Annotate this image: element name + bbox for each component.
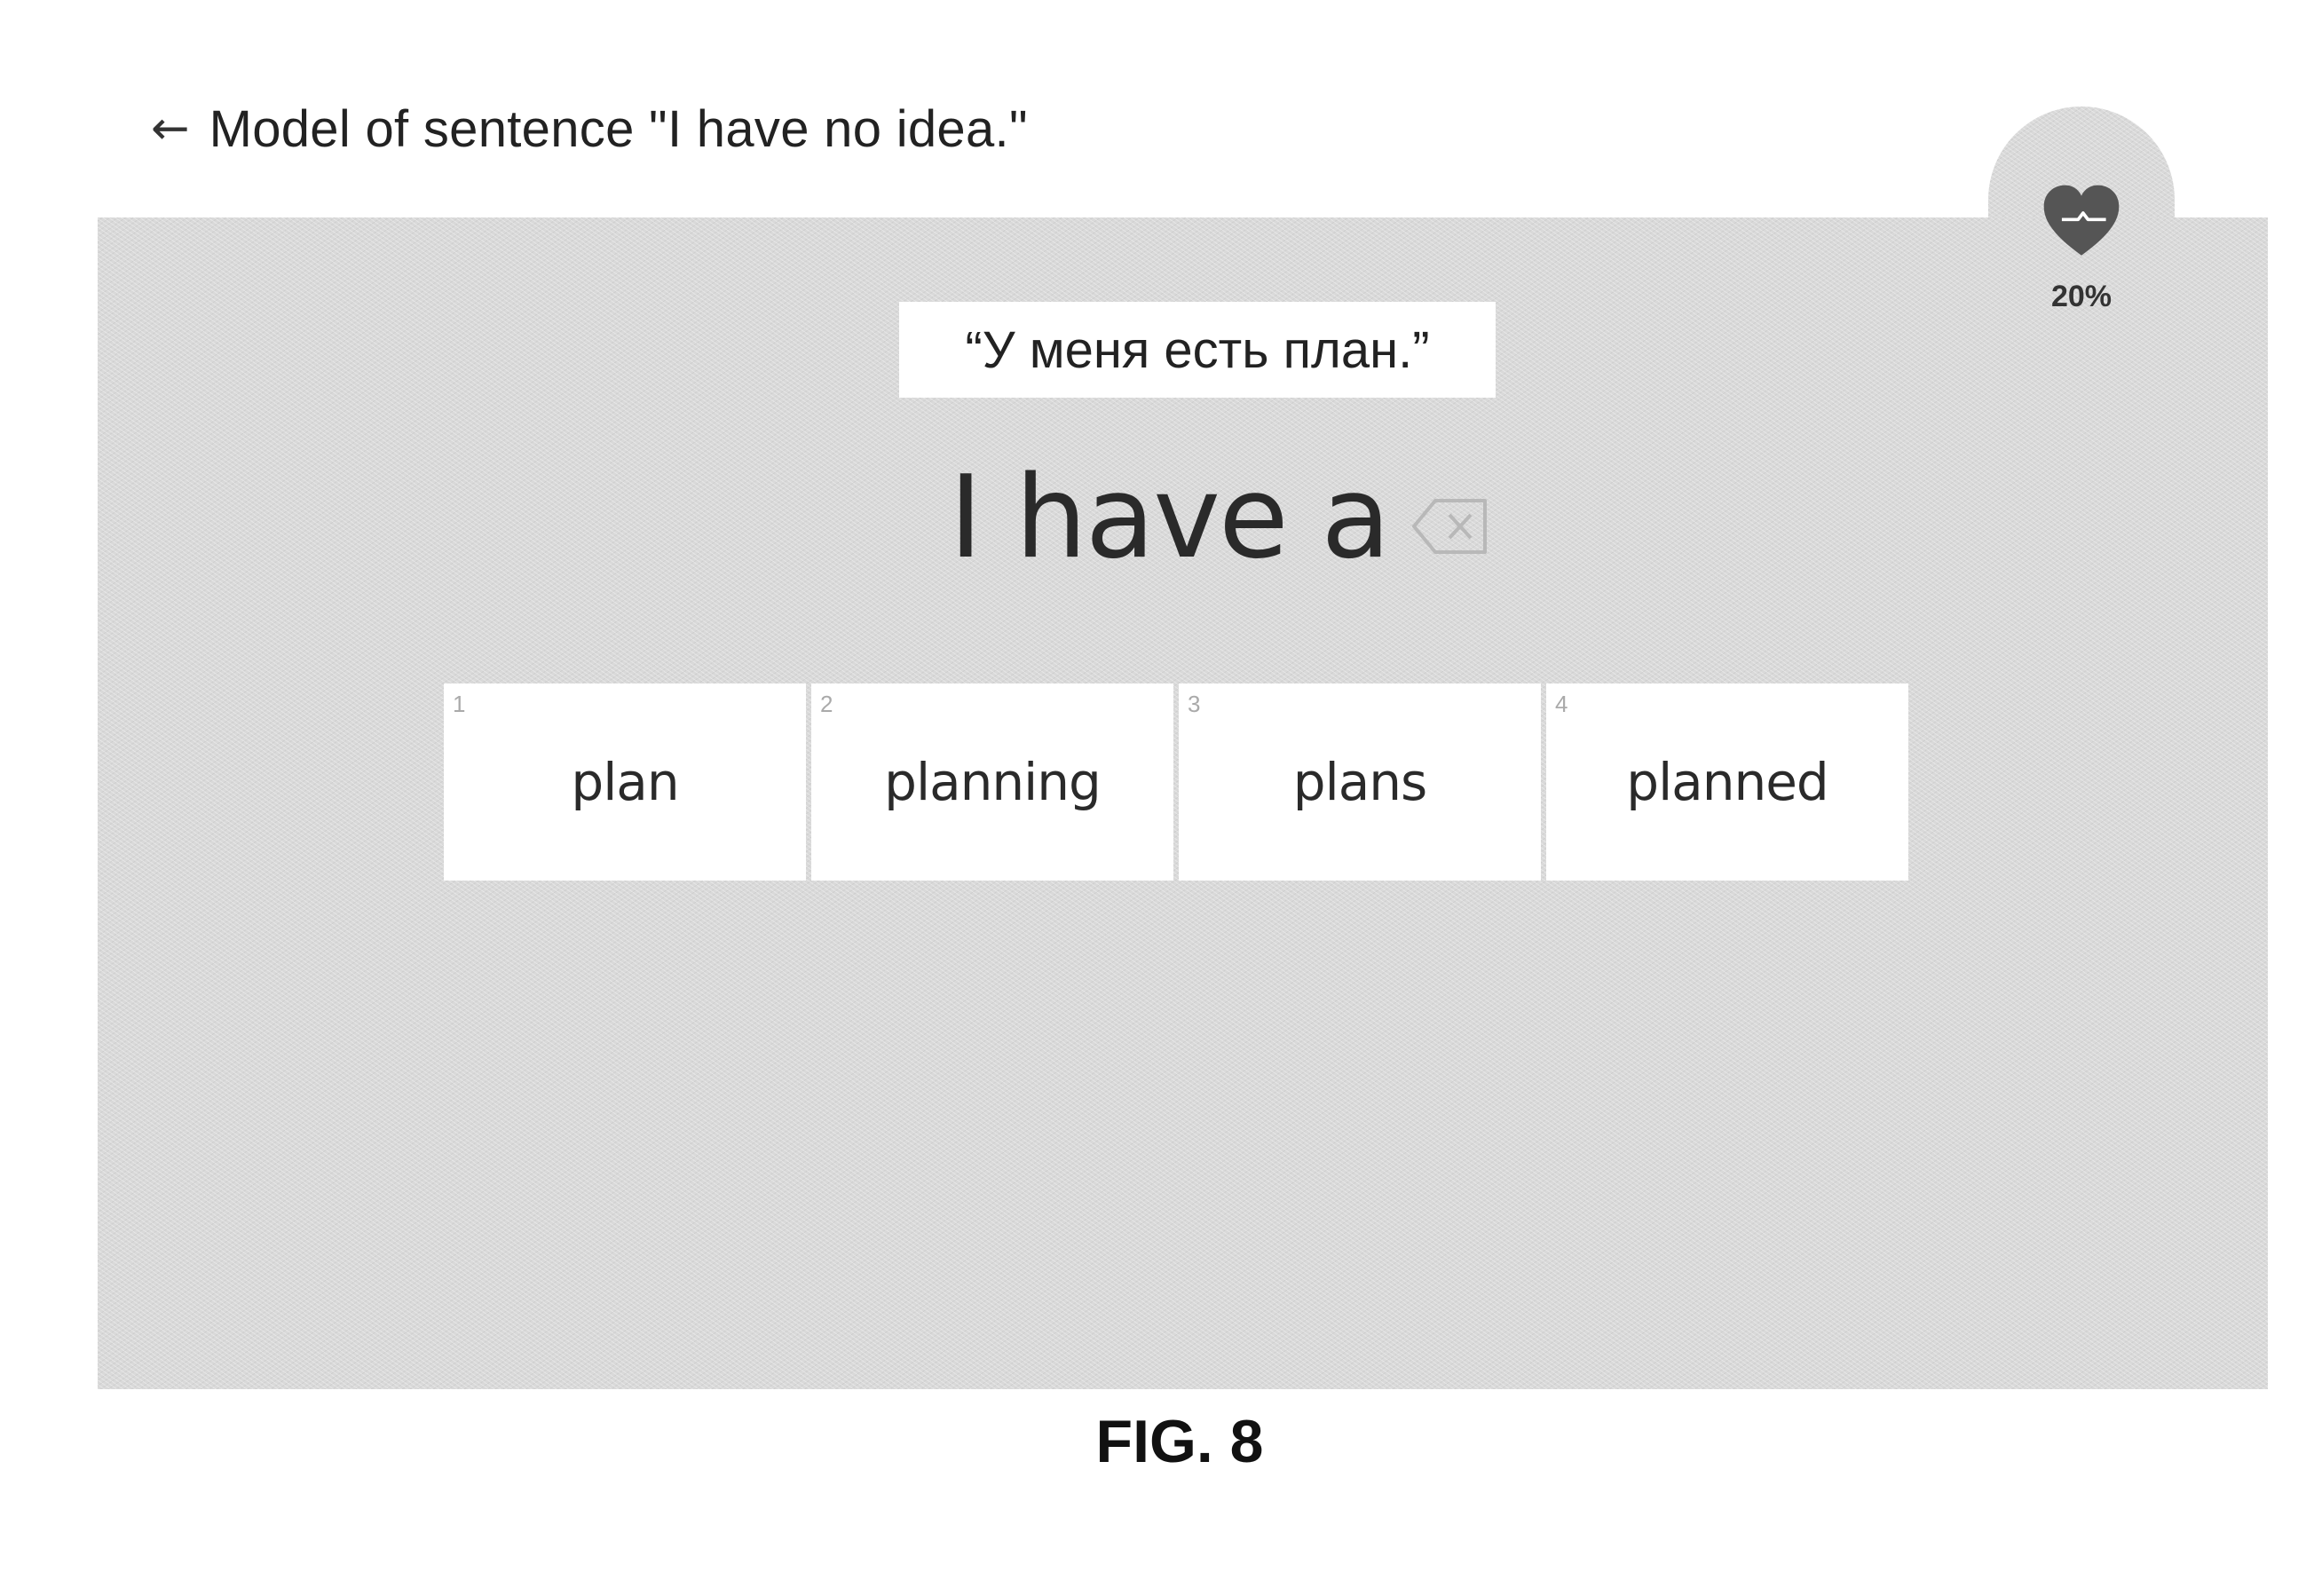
word-option[interactable]: 4 planned xyxy=(1546,683,1908,881)
heart-icon xyxy=(2041,182,2122,264)
option-word: plans xyxy=(1293,752,1426,812)
page-title: Model of sentence "I have no idea." xyxy=(209,99,1028,159)
backspace-icon[interactable] xyxy=(1410,495,1490,557)
prompt-box: “У меня есть план.” xyxy=(899,302,1496,398)
prompt-sentence: “У меня есть план.” xyxy=(965,320,1429,380)
option-word: planning xyxy=(884,752,1101,812)
option-word: planned xyxy=(1626,752,1828,812)
health-percentage: 20% xyxy=(2051,280,2112,314)
word-option[interactable]: 1 plan xyxy=(444,683,806,881)
arrow-left-icon[interactable]: ← xyxy=(151,106,190,152)
word-options: 1 plan 2 planning 3 plans 4 planned xyxy=(444,683,1908,881)
word-option[interactable]: 2 planning xyxy=(811,683,1173,881)
option-word: plan xyxy=(571,752,678,812)
word-option[interactable]: 3 plans xyxy=(1179,683,1541,881)
header: ← Model of sentence "I have no idea." xyxy=(151,84,1028,173)
option-number: 3 xyxy=(1188,691,1200,718)
option-number: 2 xyxy=(820,691,833,718)
option-number: 4 xyxy=(1555,691,1568,718)
health-indicator: 20% xyxy=(2002,182,2161,314)
answer-line: I have a xyxy=(0,462,2306,575)
figure-caption: FIG. 8 xyxy=(0,1407,2306,1476)
answer-text: I have a xyxy=(949,462,1389,575)
option-number: 1 xyxy=(453,691,465,718)
